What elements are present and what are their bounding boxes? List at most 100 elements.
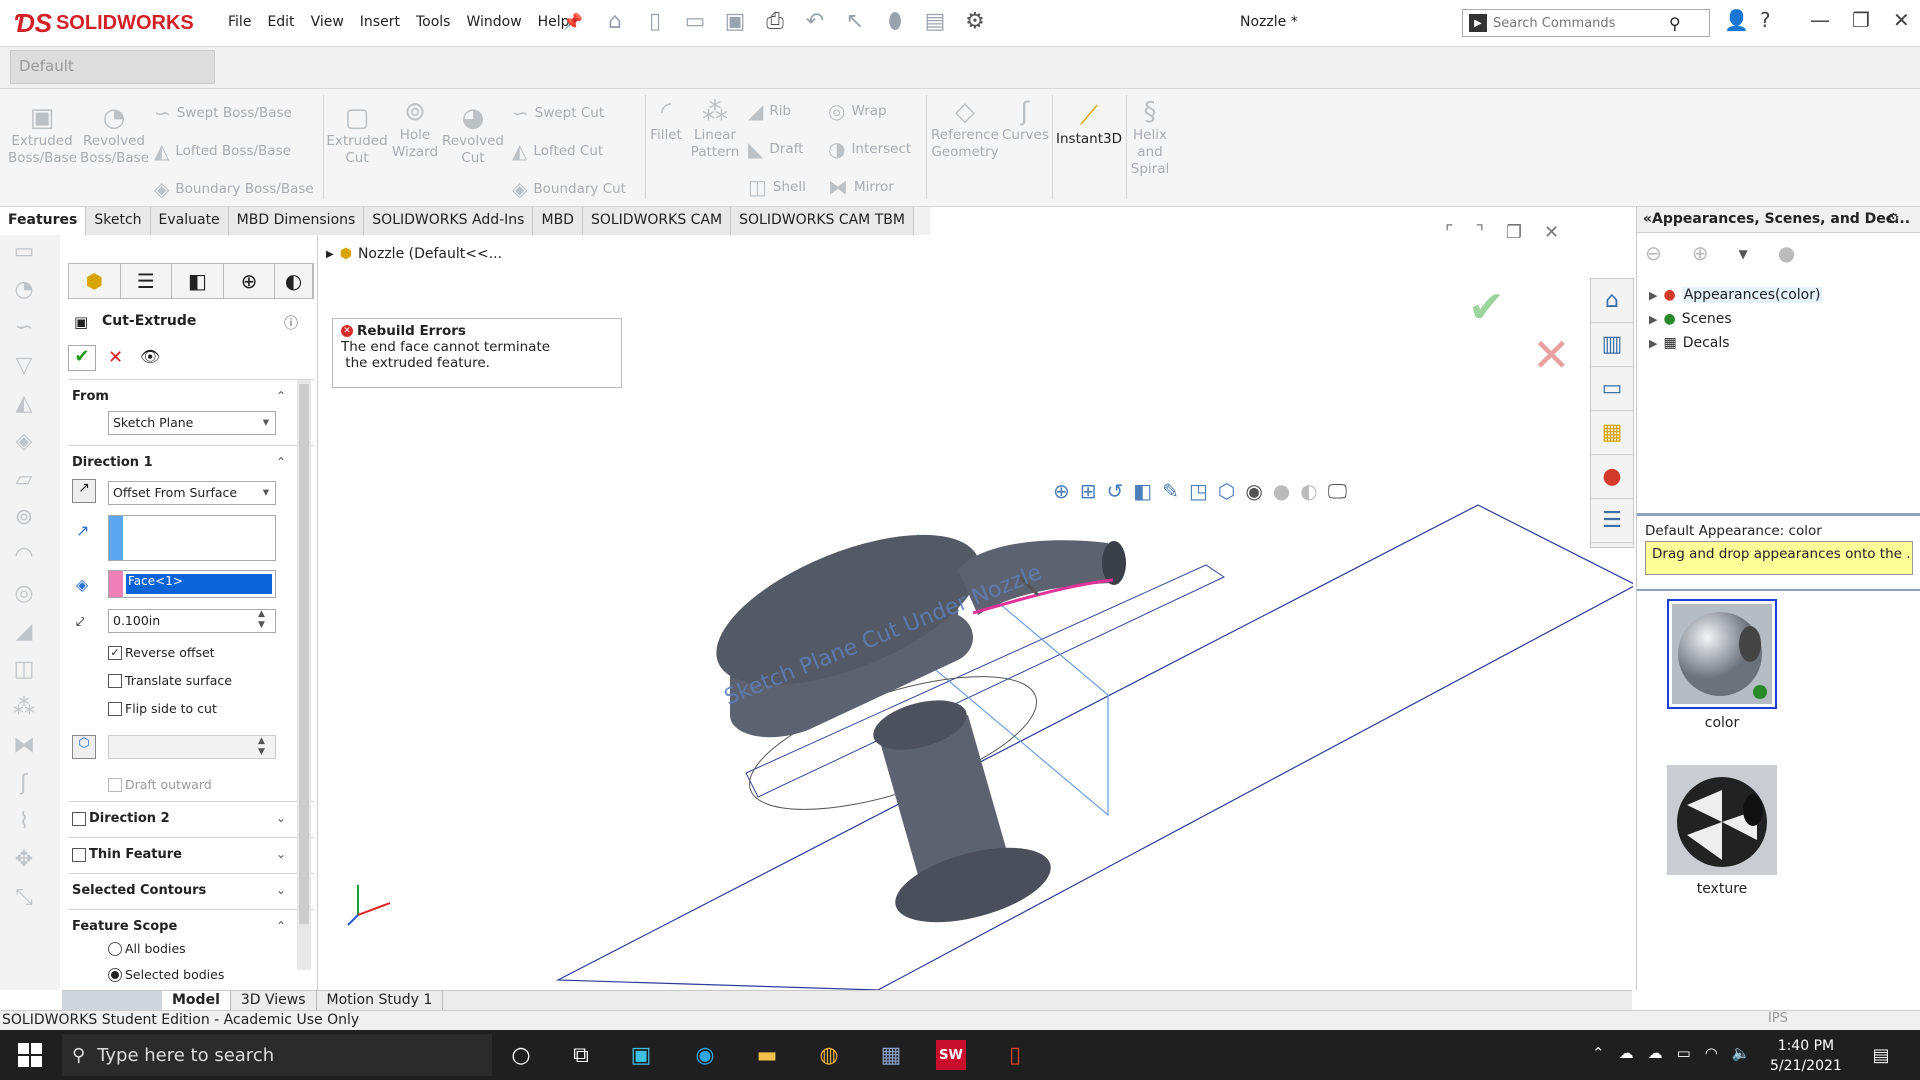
loft-icon[interactable]: ◭	[6, 391, 42, 425]
collapse-chevron-icon[interactable]: ⌃	[276, 455, 286, 469]
selected-contours-header[interactable]: Selected Contours	[72, 883, 206, 898]
options-gear-icon[interactable]: ⚙	[960, 6, 990, 36]
curve-icon[interactable]: ʃ	[6, 771, 42, 805]
pattern-icon[interactable]: ⁂	[6, 695, 42, 729]
tree-item-scenes[interactable]: ▶ ● Scenes	[1649, 311, 1732, 327]
back-icon[interactable]: ⊖	[1645, 241, 1662, 265]
magnifier-icon[interactable]: ⚲	[1669, 14, 1681, 33]
show-hidden-icons[interactable]: ⌃	[1592, 1044, 1605, 1062]
reverse-direction-icon[interactable]: ↗	[72, 479, 96, 503]
extruded-cut-button[interactable]: ▢ Extruded Cut	[326, 103, 388, 167]
edit-appearance-icon[interactable]: ●	[1273, 479, 1290, 503]
shell-icon[interactable]: ◫	[6, 657, 42, 691]
scrollbar-thumb[interactable]	[299, 384, 309, 924]
dimxpert-tab[interactable]: ⊕	[223, 264, 276, 298]
apply-scene-icon[interactable]: ◐	[1300, 479, 1317, 503]
viewport-close-icon[interactable]: ✕	[1544, 222, 1559, 243]
color-appearance-thumbnail[interactable]	[1667, 599, 1777, 709]
tab-scroll-buttons[interactable]	[62, 991, 162, 1010]
hole-wizard-button[interactable]: ⊚ Hole Wizard	[388, 97, 442, 161]
tab-model[interactable]: Model	[162, 991, 231, 1010]
reverse-offset-checkbox[interactable]: ✓ Reverse offset	[108, 645, 215, 660]
instant3d-button[interactable]: ⟋ Instant3D	[1056, 101, 1122, 148]
tab-solidworks-cam-tbm[interactable]: SOLIDWORKS CAM TBM	[731, 207, 914, 235]
save-icon[interactable]: ▣	[720, 6, 750, 36]
viewport-restore-icon[interactable]: ❐	[1506, 222, 1522, 243]
lofted-cut-button[interactable]: ◭ Lofted Cut	[512, 139, 603, 163]
face-selection-field[interactable]: Face<1>	[108, 570, 276, 598]
solidworks-taskbar-icon[interactable]: SW	[936, 1040, 966, 1070]
notifications-icon[interactable]: ▤	[1866, 1040, 1896, 1070]
extruded-boss-button[interactable]: ▣ Extruded Boss/Base	[8, 103, 77, 167]
draft-angle-icon[interactable]: ⬡	[72, 735, 96, 759]
pm-scrollbar[interactable]	[297, 380, 311, 970]
revolved-cut-button[interactable]: ◕ Revolved Cut	[442, 103, 504, 167]
expand-chevron-icon[interactable]: ⌄	[276, 811, 286, 825]
new-document-icon[interactable]: ▯	[640, 6, 670, 36]
menu-tools[interactable]: Tools	[408, 12, 459, 32]
office-icon[interactable]: ▯	[1000, 1040, 1030, 1070]
windows-start-icon[interactable]	[18, 1043, 42, 1067]
linear-pattern-button[interactable]: ⁂ Linear Pattern	[686, 97, 744, 161]
reference-geometry-button[interactable]: ◇ Reference Geometry	[930, 97, 1000, 161]
breadcrumb[interactable]: ▶ ⬢ Nozzle (Default<<...	[326, 246, 502, 262]
solidworks-logo[interactable]: ƊS SOLIDWORKS	[14, 8, 194, 38]
restore-icon[interactable]: ❐	[1852, 8, 1870, 32]
flip-side-checkbox[interactable]: Flip side to cut	[108, 701, 217, 716]
preview-eye-icon[interactable]: 👁	[140, 347, 160, 366]
home-icon[interactable]: ⌂	[600, 6, 630, 36]
panel-settings-icon[interactable]: ⚙	[1887, 211, 1900, 227]
boundary-boss-button[interactable]: ◈ Boundary Boss/Base	[154, 177, 314, 201]
view-settings-icon[interactable]: 🖵	[1328, 479, 1347, 503]
display-manager-tab[interactable]: ◐	[275, 264, 313, 298]
from-select[interactable]: Sketch Plane	[108, 411, 276, 435]
units-indicator[interactable]: IPS	[1768, 1011, 1788, 1026]
lofted-boss-button[interactable]: ◭ Lofted Boss/Base	[154, 139, 291, 163]
move-icon[interactable]: ✥	[6, 847, 42, 881]
tab-3d-views[interactable]: 3D Views	[231, 991, 317, 1010]
pm-help-icon[interactable]: ⓘ	[284, 313, 298, 333]
texture-appearance-thumbnail[interactable]	[1667, 765, 1777, 875]
onedrive-icon[interactable]: ☁	[1648, 1044, 1663, 1062]
tab-evaluate[interactable]: Evaluate	[150, 207, 229, 235]
design-library-icon[interactable]: ▥	[1591, 323, 1633, 367]
tab-mbd[interactable]: MBD	[533, 207, 583, 235]
spin-button[interactable]: ▲ ▼	[258, 736, 265, 758]
ok-button[interactable]: ✔	[68, 345, 96, 371]
rib-icon[interactable]: ◢	[6, 619, 42, 653]
wrap-icon[interactable]: ◎	[6, 581, 42, 615]
direction2-checkbox[interactable]: Direction 2	[72, 811, 170, 826]
confirm-corner-ok-icon[interactable]: ✔	[1468, 282, 1505, 333]
file-explorer-icon[interactable]: ▭	[1591, 367, 1633, 411]
configuration-select[interactable]: Default	[10, 50, 215, 84]
menu-edit[interactable]: Edit	[259, 12, 302, 32]
thin-feature-checkbox[interactable]: Thin Feature	[72, 847, 182, 862]
zoom-to-fit-icon[interactable]: ⊕	[1053, 479, 1070, 503]
file-explorer-taskbar-icon[interactable]: ▬	[752, 1040, 782, 1070]
panel-splitter[interactable]	[1637, 513, 1920, 516]
revolve-icon[interactable]: ◔	[6, 277, 42, 311]
intersect-button[interactable]: ◑ Intersect	[828, 137, 911, 161]
previous-view-icon[interactable]: ↺	[1107, 479, 1124, 503]
rebuild-icon[interactable]: ⬮	[880, 6, 910, 36]
split-icon[interactable]: ⌇	[6, 809, 42, 843]
tab-sketch[interactable]: Sketch	[86, 207, 151, 235]
expand-arrow-icon[interactable]: ▶	[326, 249, 334, 260]
cut-icon[interactable]: ▽	[6, 353, 42, 387]
hole-icon[interactable]: ⊚	[6, 505, 42, 539]
calculator-icon[interactable]: ▦	[876, 1040, 906, 1070]
offset-distance-input[interactable]: 0.100in	[108, 609, 276, 633]
extrude-icon[interactable]: ▭	[6, 239, 42, 273]
tab-solidworks-addins[interactable]: SOLIDWORKS Add-Ins	[364, 207, 534, 235]
network-icon[interactable]: ☁	[1619, 1044, 1634, 1062]
selected-bodies-radio[interactable]: Selected bodies	[108, 967, 224, 982]
collapse-chevron-icon[interactable]: ⌃	[276, 389, 286, 403]
view-orientation-icon[interactable]: ◳	[1189, 479, 1208, 503]
battery-icon[interactable]: ▭	[1677, 1044, 1691, 1062]
scale-icon[interactable]: ⤡	[6, 885, 42, 919]
all-bodies-radio[interactable]: All bodies	[108, 941, 186, 956]
search-input[interactable]	[1493, 15, 1663, 31]
undo-icon[interactable]: ↶	[800, 6, 830, 36]
panel-splitter[interactable]	[1637, 589, 1920, 591]
tab-solidworks-cam[interactable]: SOLIDWORKS CAM	[582, 207, 732, 235]
